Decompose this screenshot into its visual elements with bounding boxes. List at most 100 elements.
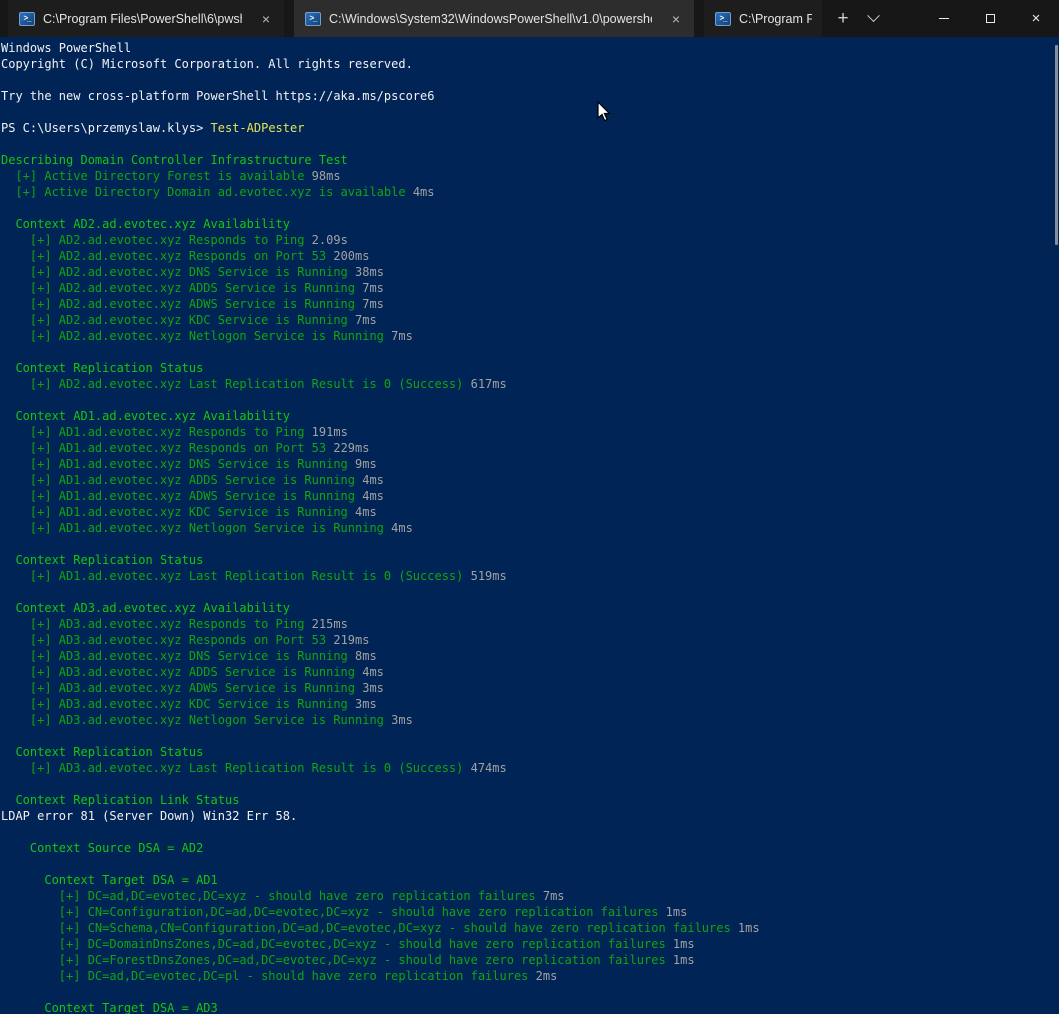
powershell-icon: >_ <box>715 12 731 26</box>
terminal-text-segment: Context AD1.ad.evotec.xyz Availability <box>1 409 290 423</box>
terminal-line: [+] AD1.ad.evotec.xyz Responds on Port 5… <box>1 440 1059 456</box>
terminal-text-segment: 7ms <box>362 297 384 311</box>
tab-close-button[interactable]: × <box>258 11 274 27</box>
terminal-line: [+] DC=ad,DC=evotec,DC=pl - should have … <box>1 968 1059 984</box>
terminal-line: [+] AD3.ad.evotec.xyz Last Replication R… <box>1 760 1059 776</box>
terminal-line: [+] AD2.ad.evotec.xyz Responds on Port 5… <box>1 248 1059 264</box>
maximize-icon <box>986 14 995 23</box>
tab-dropdown-button[interactable] <box>858 0 888 37</box>
maximize-button[interactable] <box>967 0 1013 37</box>
terminal-line: Try the new cross-platform PowerShell ht… <box>1 88 1059 104</box>
terminal-line <box>1 136 1059 152</box>
terminal-line: LDAP error 81 (Server Down) Win32 Err 58… <box>1 808 1059 824</box>
terminal-text-segment: Context Source DSA = AD2 <box>1 841 203 855</box>
terminal-text-segment: Context AD2.ad.evotec.xyz Availability <box>1 217 290 231</box>
terminal-line: [+] AD2.ad.evotec.xyz Netlogon Service i… <box>1 328 1059 344</box>
terminal-text-segment: [+] AD3.ad.evotec.xyz Last Replication R… <box>1 761 471 775</box>
terminal-text-segment: [+] AD2.ad.evotec.xyz Responds to Ping <box>1 233 312 247</box>
tab-title: C:\Program Files\PowerShell\6\pwsh.exe <box>43 12 242 26</box>
terminal-text-segment: Context AD3.ad.evotec.xyz Availability <box>1 601 290 615</box>
terminal-text-segment: 1ms <box>666 905 688 919</box>
tab-bar: >_ C:\Program Files\PowerShell\6\pwsh.exe… <box>0 0 1059 37</box>
terminal-line: Windows PowerShell <box>1 40 1059 56</box>
terminal-text-segment: [+] AD2.ad.evotec.xyz ADDS Service is Ru… <box>1 281 362 295</box>
terminal-text-segment: 4ms <box>362 473 384 487</box>
terminal-text-segment: Test-ADPester <box>211 121 305 135</box>
terminal-text-segment: [+] AD3.ad.evotec.xyz Responds to Ping <box>1 617 312 631</box>
terminal-text-segment: [+] AD2.ad.evotec.xyz ADWS Service is Ru… <box>1 297 362 311</box>
terminal-line: [+] AD1.ad.evotec.xyz Responds to Ping 1… <box>1 424 1059 440</box>
terminal-text-segment: [+] CN=Configuration,DC=ad,DC=evotec,DC=… <box>1 905 666 919</box>
terminal-text-segment: [+] AD3.ad.evotec.xyz KDC Service is Run… <box>1 697 355 711</box>
terminal-text-segment: 2.09s <box>312 233 348 247</box>
terminal-output[interactable]: Windows PowerShellCopyright (C) Microsof… <box>0 37 1059 1014</box>
powershell-icon-glyph: >_ <box>719 14 726 22</box>
terminal-line <box>1 200 1059 216</box>
scrollbar-thumb[interactable] <box>1055 45 1058 245</box>
close-icon: × <box>1032 11 1041 26</box>
titlebar-drag-area <box>888 0 921 37</box>
terminal-line: [+] AD1.ad.evotec.xyz Netlogon Service i… <box>1 520 1059 536</box>
terminal-text-segment: [+] AD2.ad.evotec.xyz Responds on Port 5… <box>1 249 333 263</box>
terminal-line <box>1 392 1059 408</box>
terminal-text-segment: Describing Domain Controller Infrastruct… <box>1 153 348 167</box>
powershell-icon: >_ <box>305 12 321 26</box>
tab-3[interactable]: >_C:\Program File <box>704 0 822 37</box>
terminal-text-segment: [+] AD3.ad.evotec.xyz ADWS Service is Ru… <box>1 681 362 695</box>
close-button[interactable]: × <box>1013 0 1059 37</box>
terminal-text-segment: 4ms <box>362 665 384 679</box>
terminal-text-segment: [+] DC=DomainDnsZones,DC=ad,DC=evotec,DC… <box>1 937 673 951</box>
terminal-line: [+] AD2.ad.evotec.xyz ADWS Service is Ru… <box>1 296 1059 312</box>
powershell-icon-glyph: >_ <box>309 14 316 22</box>
terminal-text-segment: [+] AD1.ad.evotec.xyz Responds on Port 5… <box>1 441 333 455</box>
terminal-line: Context Replication Status <box>1 360 1059 376</box>
terminal-line: [+] DC=DomainDnsZones,DC=ad,DC=evotec,DC… <box>1 936 1059 952</box>
terminal-text-segment: [+] Active Directory Domain ad.evotec.xy… <box>1 185 413 199</box>
caption-buttons: × <box>921 0 1059 37</box>
tab-title: C:\Windows\System32\WindowsPowerShell\v1… <box>329 12 652 26</box>
tab-strip: >_ C:\Program Files\PowerShell\6\pwsh.exe… <box>0 0 822 37</box>
tab-2[interactable]: >_ C:\Windows\System32\WindowsPowerShell\… <box>294 0 694 37</box>
terminal-text-segment: 8ms <box>355 649 377 663</box>
terminal-text-segment: [+] AD2.ad.evotec.xyz Last Replication R… <box>1 377 471 391</box>
terminal-text-segment: Copyright (C) Microsoft Corporation. All… <box>1 57 413 71</box>
terminal-line <box>1 104 1059 120</box>
terminal-line: Context AD2.ad.evotec.xyz Availability <box>1 216 1059 232</box>
terminal-text-segment: 215ms <box>312 617 348 631</box>
terminal-text-segment: 38ms <box>355 265 384 279</box>
terminal-text-segment: 1ms <box>673 937 695 951</box>
terminal-text-segment: [+] AD3.ad.evotec.xyz DNS Service is Run… <box>1 649 355 663</box>
terminal-text-segment: [+] AD1.ad.evotec.xyz Responds to Ping <box>1 425 312 439</box>
new-tab-button[interactable]: + <box>828 0 858 37</box>
terminal-line: [+] AD3.ad.evotec.xyz Netlogon Service i… <box>1 712 1059 728</box>
terminal-line: [+] Active Directory Forest is available… <box>1 168 1059 184</box>
tab-close-button[interactable]: × <box>668 11 684 27</box>
terminal-line: [+] AD1.ad.evotec.xyz ADWS Service is Ru… <box>1 488 1059 504</box>
terminal-text-segment: 617ms <box>471 377 507 391</box>
terminal-text-segment: 2ms <box>536 969 558 983</box>
terminal-text-segment: 474ms <box>471 761 507 775</box>
terminal-text-segment: 4ms <box>413 185 435 199</box>
mouse-cursor <box>597 101 612 123</box>
tab-1[interactable]: >_C:\Program Files\PowerShell\6\pwsh.exe… <box>8 0 284 37</box>
terminal-text-segment: 7ms <box>391 329 413 343</box>
terminal-text-segment: 4ms <box>362 489 384 503</box>
terminal-line: [+] AD1.ad.evotec.xyz DNS Service is Run… <box>1 456 1059 472</box>
terminal-line: Describing Domain Controller Infrastruct… <box>1 152 1059 168</box>
terminal-line: [+] CN=Configuration,DC=ad,DC=evotec,DC=… <box>1 904 1059 920</box>
minimize-button[interactable] <box>921 0 967 37</box>
terminal-line <box>1 584 1059 600</box>
terminal-text-segment: [+] AD1.ad.evotec.xyz ADDS Service is Ru… <box>1 473 362 487</box>
terminal-text-segment: 7ms <box>543 889 565 903</box>
terminal-text-segment: 9ms <box>355 457 377 471</box>
terminal-line: [+] AD3.ad.evotec.xyz DNS Service is Run… <box>1 648 1059 664</box>
terminal-text-segment: [+] AD1.ad.evotec.xyz KDC Service is Run… <box>1 505 355 519</box>
terminal-line: [+] Active Directory Domain ad.evotec.xy… <box>1 184 1059 200</box>
terminal-text-segment: 3ms <box>391 713 413 727</box>
terminal-line: [+] AD1.ad.evotec.xyz Last Replication R… <box>1 568 1059 584</box>
terminal-line <box>1 776 1059 792</box>
terminal-line: Copyright (C) Microsoft Corporation. All… <box>1 56 1059 72</box>
terminal-line <box>1 728 1059 744</box>
terminal-text-segment: Context Target DSA = AD3 <box>1 1001 218 1014</box>
terminal-text-segment: [+] CN=Schema,CN=Configuration,DC=ad,DC=… <box>1 921 738 935</box>
